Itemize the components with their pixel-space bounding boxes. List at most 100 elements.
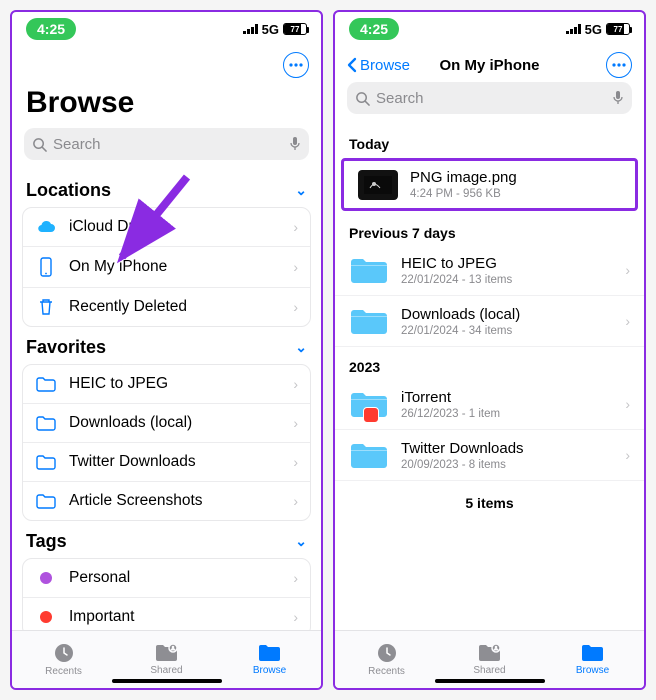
group-header-prev7: Previous 7 days (335, 213, 644, 245)
search-icon (355, 91, 370, 106)
clock-icon (376, 642, 398, 664)
folder-meta: 26/12/2023 - 1 item (401, 408, 500, 420)
chevron-right-icon: › (293, 493, 298, 509)
search-input[interactable]: Search (24, 128, 309, 160)
home-indicator[interactable] (112, 679, 222, 683)
location-icloud-drive[interactable]: iCloud Drive › (23, 208, 310, 247)
shared-folder-icon (155, 643, 179, 663)
tab-browse[interactable]: Browse (218, 631, 321, 688)
search-placeholder: Search (53, 136, 101, 153)
screenshot-right-on-my-iphone: 4:25 5G 77 Browse On My iPhone Search To… (333, 10, 646, 690)
status-indicators: 5G 77 (566, 22, 630, 37)
folder-icon (35, 377, 57, 392)
items-count: 5 items (335, 481, 644, 517)
back-button[interactable]: Browse (347, 57, 410, 74)
battery-icon: 77 (283, 23, 307, 35)
row-label: Personal (69, 569, 130, 587)
search-placeholder: Search (376, 90, 424, 107)
signal-icon (566, 24, 581, 34)
nav-title: On My iPhone (439, 57, 539, 74)
chevron-right-icon: › (293, 376, 298, 392)
highlight-annotation: PNG image.png 4:24 PM - 956 KB (341, 158, 638, 211)
clock-icon (53, 642, 75, 664)
folder-icon (349, 304, 389, 338)
row-label: Important (69, 608, 134, 626)
section-header-locations[interactable]: Locations ⌄ (12, 170, 321, 207)
tag-dot-icon (35, 572, 57, 584)
folder-row[interactable]: Downloads (local) 22/01/2024 - 34 items … (335, 296, 644, 347)
network-label: 5G (585, 22, 602, 37)
folder-row[interactable]: iTorrent 26/12/2023 - 1 item › (335, 379, 644, 430)
search-input[interactable]: Search (347, 82, 632, 114)
tab-recents[interactable]: Recents (335, 631, 438, 688)
folder-name: HEIC to JPEG (401, 255, 512, 272)
row-label: iCloud Drive (69, 218, 153, 236)
mic-icon[interactable] (612, 90, 624, 106)
tag-item[interactable]: Personal › (23, 559, 310, 598)
battery-icon: 77 (606, 23, 630, 35)
search-icon (32, 137, 47, 152)
folder-name: Twitter Downloads (401, 440, 524, 457)
group-header-2023: 2023 (335, 347, 644, 379)
chevron-right-icon: › (293, 219, 298, 235)
nav-bar: Browse On My iPhone (335, 46, 644, 82)
folder-icon (35, 455, 57, 470)
section-header-favorites[interactable]: Favorites ⌄ (12, 327, 321, 364)
chevron-down-icon: ⌄ (295, 533, 307, 550)
favorite-item[interactable]: Article Screenshots › (23, 482, 310, 520)
phone-icon (35, 257, 57, 277)
folder-icon (349, 253, 389, 287)
network-label: 5G (262, 22, 279, 37)
tag-item[interactable]: Important › (23, 598, 310, 630)
tab-recents[interactable]: Recents (12, 631, 115, 688)
folder-row[interactable]: HEIC to JPEG 22/01/2024 - 13 items › (335, 245, 644, 296)
chevron-right-icon: › (625, 262, 630, 278)
signal-icon (243, 24, 258, 34)
chevron-right-icon: › (293, 299, 298, 315)
chevron-right-icon: › (293, 454, 298, 470)
locations-list: iCloud Drive › On My iPhone › Recently D… (22, 207, 311, 327)
folder-icon (581, 643, 605, 663)
location-recently-deleted[interactable]: Recently Deleted › (23, 288, 310, 326)
file-meta: 4:24 PM - 956 KB (410, 188, 517, 200)
home-indicator[interactable] (435, 679, 545, 683)
group-header-today: Today (335, 124, 644, 156)
folder-row[interactable]: Twitter Downloads 20/09/2023 - 8 items › (335, 430, 644, 481)
chevron-down-icon: ⌄ (295, 339, 307, 356)
file-row-png-image[interactable]: PNG image.png 4:24 PM - 956 KB (344, 161, 635, 208)
file-name: PNG image.png (410, 169, 517, 186)
clock-pill: 4:25 (26, 18, 76, 40)
mic-icon[interactable] (289, 136, 301, 152)
clock-pill: 4:25 (349, 18, 399, 40)
status-bar: 4:25 5G 77 (335, 12, 644, 46)
folder-name: iTorrent (401, 389, 500, 406)
status-indicators: 5G 77 (243, 22, 307, 37)
folder-icon (35, 416, 57, 431)
tab-browse[interactable]: Browse (541, 631, 644, 688)
row-label: Twitter Downloads (69, 453, 196, 471)
more-button[interactable] (283, 52, 309, 78)
chevron-right-icon: › (293, 609, 298, 625)
folder-icon (35, 494, 57, 509)
chevron-left-icon (347, 57, 357, 73)
folder-content: Today PNG image.png 4:24 PM - 956 KB Pre… (335, 124, 644, 630)
row-label: Recently Deleted (69, 298, 187, 316)
app-badge-icon (363, 407, 379, 423)
tags-list: Personal › Important › (22, 558, 311, 630)
chevron-right-icon: › (293, 415, 298, 431)
shared-folder-icon (478, 643, 502, 663)
folder-meta: 20/09/2023 - 8 items (401, 459, 524, 471)
chevron-right-icon: › (625, 447, 630, 463)
section-header-tags[interactable]: Tags ⌄ (12, 521, 321, 558)
favorite-item[interactable]: Twitter Downloads › (23, 443, 310, 482)
tag-dot-icon (35, 611, 57, 623)
chevron-down-icon: ⌄ (295, 182, 307, 199)
favorite-item[interactable]: Downloads (local) › (23, 404, 310, 443)
favorite-item[interactable]: HEIC to JPEG › (23, 365, 310, 404)
file-thumbnail (358, 170, 398, 200)
folder-name: Downloads (local) (401, 306, 520, 323)
more-button[interactable] (606, 52, 632, 78)
location-on-my-iphone[interactable]: On My iPhone › (23, 247, 310, 288)
page-title: Browse (12, 82, 321, 128)
chevron-right-icon: › (293, 570, 298, 586)
